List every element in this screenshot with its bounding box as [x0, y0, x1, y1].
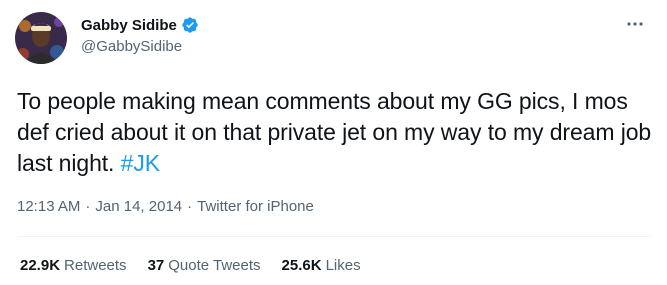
tweet-stats: 22.9K Retweets 37 Quote Tweets 25.6K Likes [20, 257, 382, 274]
likes-count: 25.6K [281, 257, 322, 274]
quote-tweets-label: Quote Tweets [168, 257, 261, 274]
likes-stat[interactable]: 25.6K Likes [282, 257, 361, 274]
tweet-body-text: To people making mean comments about my … [17, 88, 652, 176]
tweet-source[interactable]: Twitter for iPhone [197, 198, 314, 215]
quote-tweets-stat[interactable]: 37 Quote Tweets [148, 257, 261, 274]
meta-separator: · [187, 198, 193, 215]
author-handle[interactable]: @GabbySidibe [81, 38, 182, 55]
tweet-text: To people making mean comments about my … [17, 86, 657, 179]
author-name-row[interactable]: Gabby Sidibe [81, 15, 199, 35]
likes-label: Likes [325, 257, 361, 274]
more-options-icon[interactable] [625, 14, 645, 34]
author-avatar[interactable] [15, 12, 67, 64]
quote-tweets-count: 37 [147, 257, 165, 274]
tweet-date[interactable]: Jan 14, 2014 [95, 198, 182, 215]
verified-badge-icon [181, 16, 199, 34]
hashtag-link[interactable]: #JK [121, 150, 160, 176]
retweets-label: Retweets [64, 257, 127, 274]
divider [17, 236, 650, 237]
author-display-name[interactable]: Gabby Sidibe [81, 17, 177, 34]
meta-separator: · [85, 198, 91, 215]
retweets-count: 22.9K [20, 257, 61, 274]
tweet-metadata: 12:13 AM · Jan 14, 2014 · Twitter for iPhone [17, 198, 314, 215]
tweet-time[interactable]: 12:13 AM [17, 198, 80, 215]
retweets-stat[interactable]: 22.9K Retweets [20, 257, 127, 274]
tweet-card: Gabby Sidibe @GabbySidibe To people maki… [0, 0, 667, 285]
